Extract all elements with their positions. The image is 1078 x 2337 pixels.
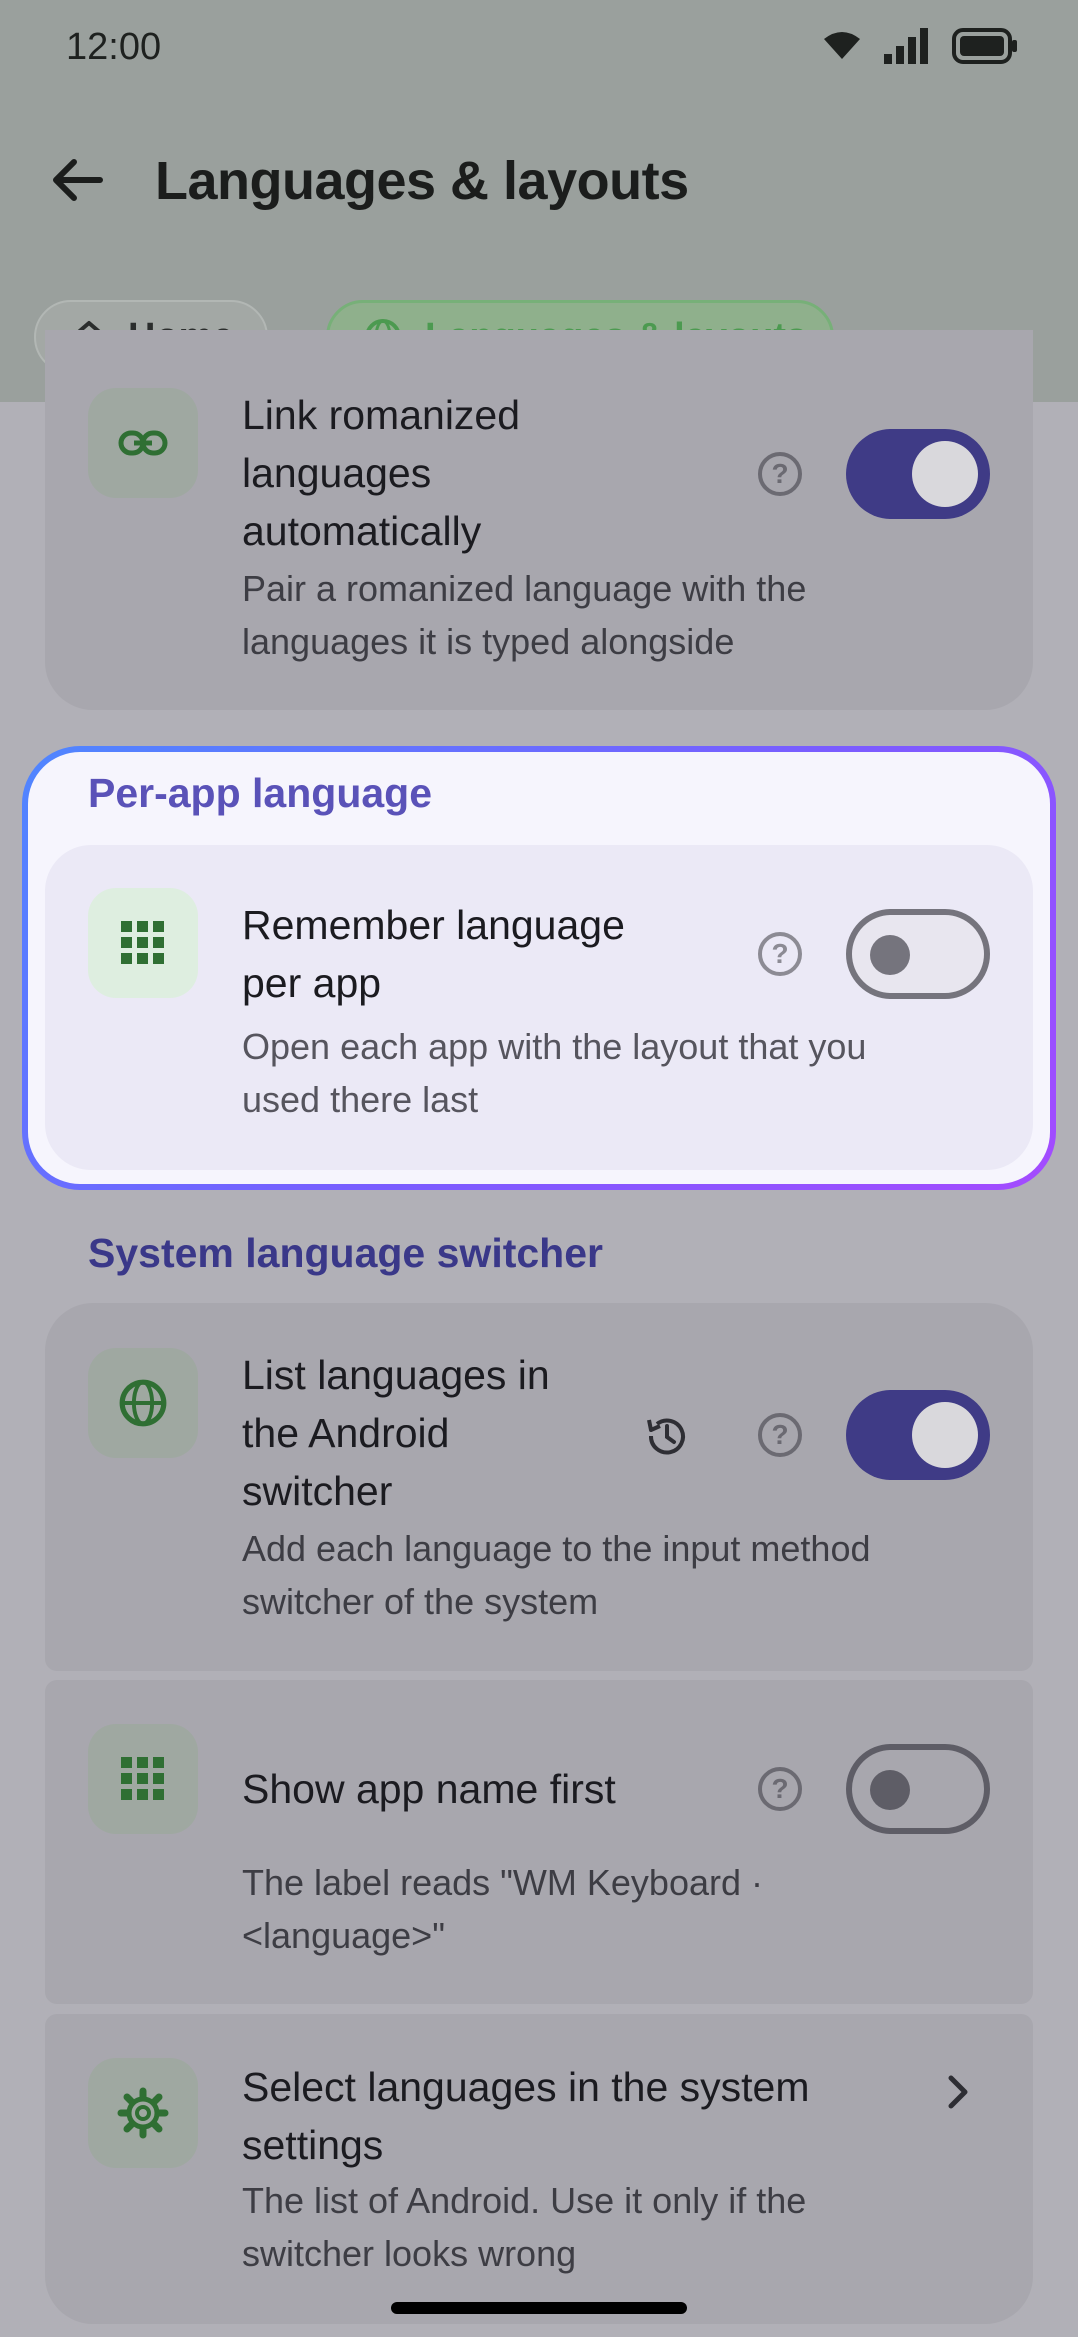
- battery-icon: [952, 28, 1017, 64]
- select-in-system-description: The list of Android. Use it only if the …: [242, 2180, 807, 2274]
- globe-icon: [119, 1379, 167, 1427]
- wifi-icon: [824, 32, 860, 59]
- globe-icon-tile: [88, 1348, 198, 1458]
- list-in-android-description: Add each language to the input method sw…: [242, 1528, 871, 1622]
- status-icons: [822, 28, 1018, 64]
- link-romanized-toggle[interactable]: [846, 429, 990, 519]
- grid-icon-tile: [88, 888, 198, 998]
- list-in-android-title: List languages in the Android switcher: [242, 1352, 550, 1514]
- page-title: Languages & layouts: [155, 151, 689, 211]
- remember-language-title: Remember language per app: [242, 902, 625, 1006]
- help-icon[interactable]: ?: [758, 1767, 802, 1811]
- grid-icon: [121, 921, 164, 964]
- link-romanized-description: Pair a romanized language with the langu…: [242, 568, 807, 662]
- gear-icon-tile: [88, 2058, 198, 2168]
- remember-language-toggle[interactable]: [846, 909, 990, 999]
- grid-icon-tile: [88, 1724, 198, 1834]
- list-in-android-toggle[interactable]: [846, 1390, 990, 1480]
- select-in-system-title: Select languages in the system settings: [242, 2064, 810, 2168]
- gesture-home-bar[interactable]: [391, 2302, 687, 2314]
- link-romanized-title: Link romanized languages automatically: [242, 392, 521, 554]
- remember-language-description: Open each app with the layout that you u…: [242, 1026, 867, 1120]
- help-icon[interactable]: ?: [758, 932, 802, 976]
- signal-icon: [884, 28, 928, 64]
- show-app-name-title: Show app name first: [242, 1766, 616, 1812]
- help-icon[interactable]: ?: [758, 1413, 802, 1457]
- system-switcher-section-title: System language switcher: [88, 1230, 603, 1276]
- grid-icon: [121, 1757, 164, 1800]
- history-icon[interactable]: [643, 1412, 691, 1460]
- show-app-name-description: The label reads "WM Keyboard · <language…: [242, 1862, 763, 1956]
- link-icon: [118, 430, 168, 456]
- help-icon[interactable]: ?: [758, 452, 802, 496]
- per-app-section-title: Per-app language: [88, 770, 433, 816]
- status-time: 12:00: [66, 26, 162, 68]
- link-icon-tile: [88, 388, 198, 498]
- gear-icon: [117, 2087, 169, 2139]
- chevron-right-icon[interactable]: [943, 2072, 973, 2112]
- arrow-left-icon[interactable]: [48, 150, 108, 210]
- show-app-name-toggle[interactable]: [846, 1744, 990, 1834]
